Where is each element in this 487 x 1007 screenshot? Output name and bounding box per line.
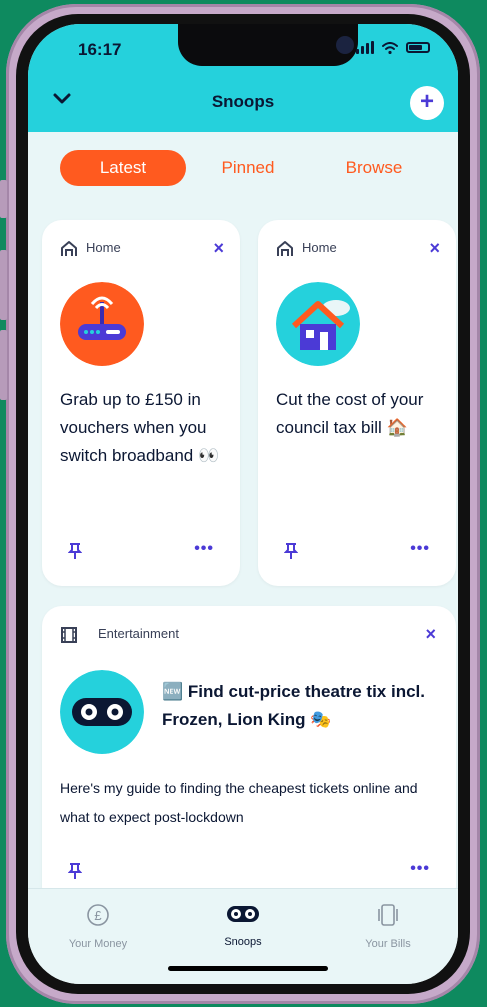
film-icon — [61, 627, 77, 643]
card-text: Cut the cost of your council tax bill 🏠 — [276, 390, 424, 437]
card-category: Home — [86, 240, 121, 255]
tab-pinned[interactable]: Pinned — [198, 150, 298, 186]
side-button — [0, 180, 7, 218]
nav-label: Your Bills — [365, 938, 411, 950]
signal-icon — [356, 41, 374, 54]
dismiss-button[interactable]: × — [213, 238, 224, 259]
card-body: Here's my guide to finding the cheapest … — [60, 780, 418, 825]
side-button — [0, 330, 7, 400]
status-icons — [356, 41, 430, 54]
tab-browse[interactable]: Browse — [324, 150, 424, 186]
notch — [178, 24, 358, 66]
dismiss-button[interactable]: × — [429, 238, 440, 259]
tab-bar: Latest Pinned Browse — [28, 148, 458, 188]
pin-icon[interactable] — [68, 862, 82, 880]
wifi-icon — [382, 41, 398, 54]
pin-icon[interactable] — [68, 542, 82, 560]
nav-snoops[interactable]: Snoops — [183, 903, 303, 948]
snoop-card[interactable]: Home × Cut the cost of your council tax … — [258, 220, 456, 586]
home-category-icon — [277, 241, 293, 256]
home-indicator[interactable] — [168, 966, 328, 971]
nav-your-bills[interactable]: Your Bills — [328, 903, 448, 950]
bills-icon — [378, 904, 398, 926]
pin-icon[interactable] — [284, 542, 298, 560]
more-options-button[interactable]: ••• — [410, 860, 430, 878]
house-icon — [276, 282, 360, 366]
home-category-icon — [61, 241, 77, 256]
tab-latest[interactable]: Latest — [60, 150, 186, 186]
app-screen: 16:17 Snoops + Latest Pinned Browse Home… — [28, 24, 458, 984]
app-header: 16:17 Snoops + — [28, 24, 458, 132]
router-icon — [60, 282, 144, 366]
more-options-button[interactable]: ••• — [410, 540, 430, 558]
nav-your-money[interactable]: £ Your Money — [38, 903, 158, 950]
page-title: Snoops — [211, 92, 275, 111]
status-time: 16:17 — [78, 40, 122, 59]
card-category: Entertainment — [98, 626, 179, 641]
nav-label: Snoops — [224, 936, 262, 948]
add-button[interactable]: + — [410, 86, 444, 120]
card-headline: 🆕 Find cut-price theatre tix incl. Froze… — [162, 682, 425, 729]
more-options-button[interactable]: ••• — [194, 540, 214, 558]
camera-icon — [336, 36, 354, 54]
card-category: Home — [302, 240, 337, 255]
svg-text:£: £ — [94, 908, 102, 923]
card-text: Grab up to £150 in vouchers when you swi… — [60, 390, 220, 465]
dismiss-button[interactable]: × — [425, 624, 436, 645]
side-button — [0, 250, 7, 320]
snoop-card[interactable]: Entertainment × 🆕 Find cut-price theatre… — [42, 606, 456, 906]
snoop-card[interactable]: Home × Grab up to £150 in vouchers when … — [42, 220, 240, 586]
battery-icon — [406, 42, 430, 53]
snoop-eyes-icon — [60, 670, 144, 754]
snoop-eyes-icon — [227, 906, 259, 922]
pound-coin-icon: £ — [87, 904, 109, 926]
nav-label: Your Money — [68, 938, 128, 950]
